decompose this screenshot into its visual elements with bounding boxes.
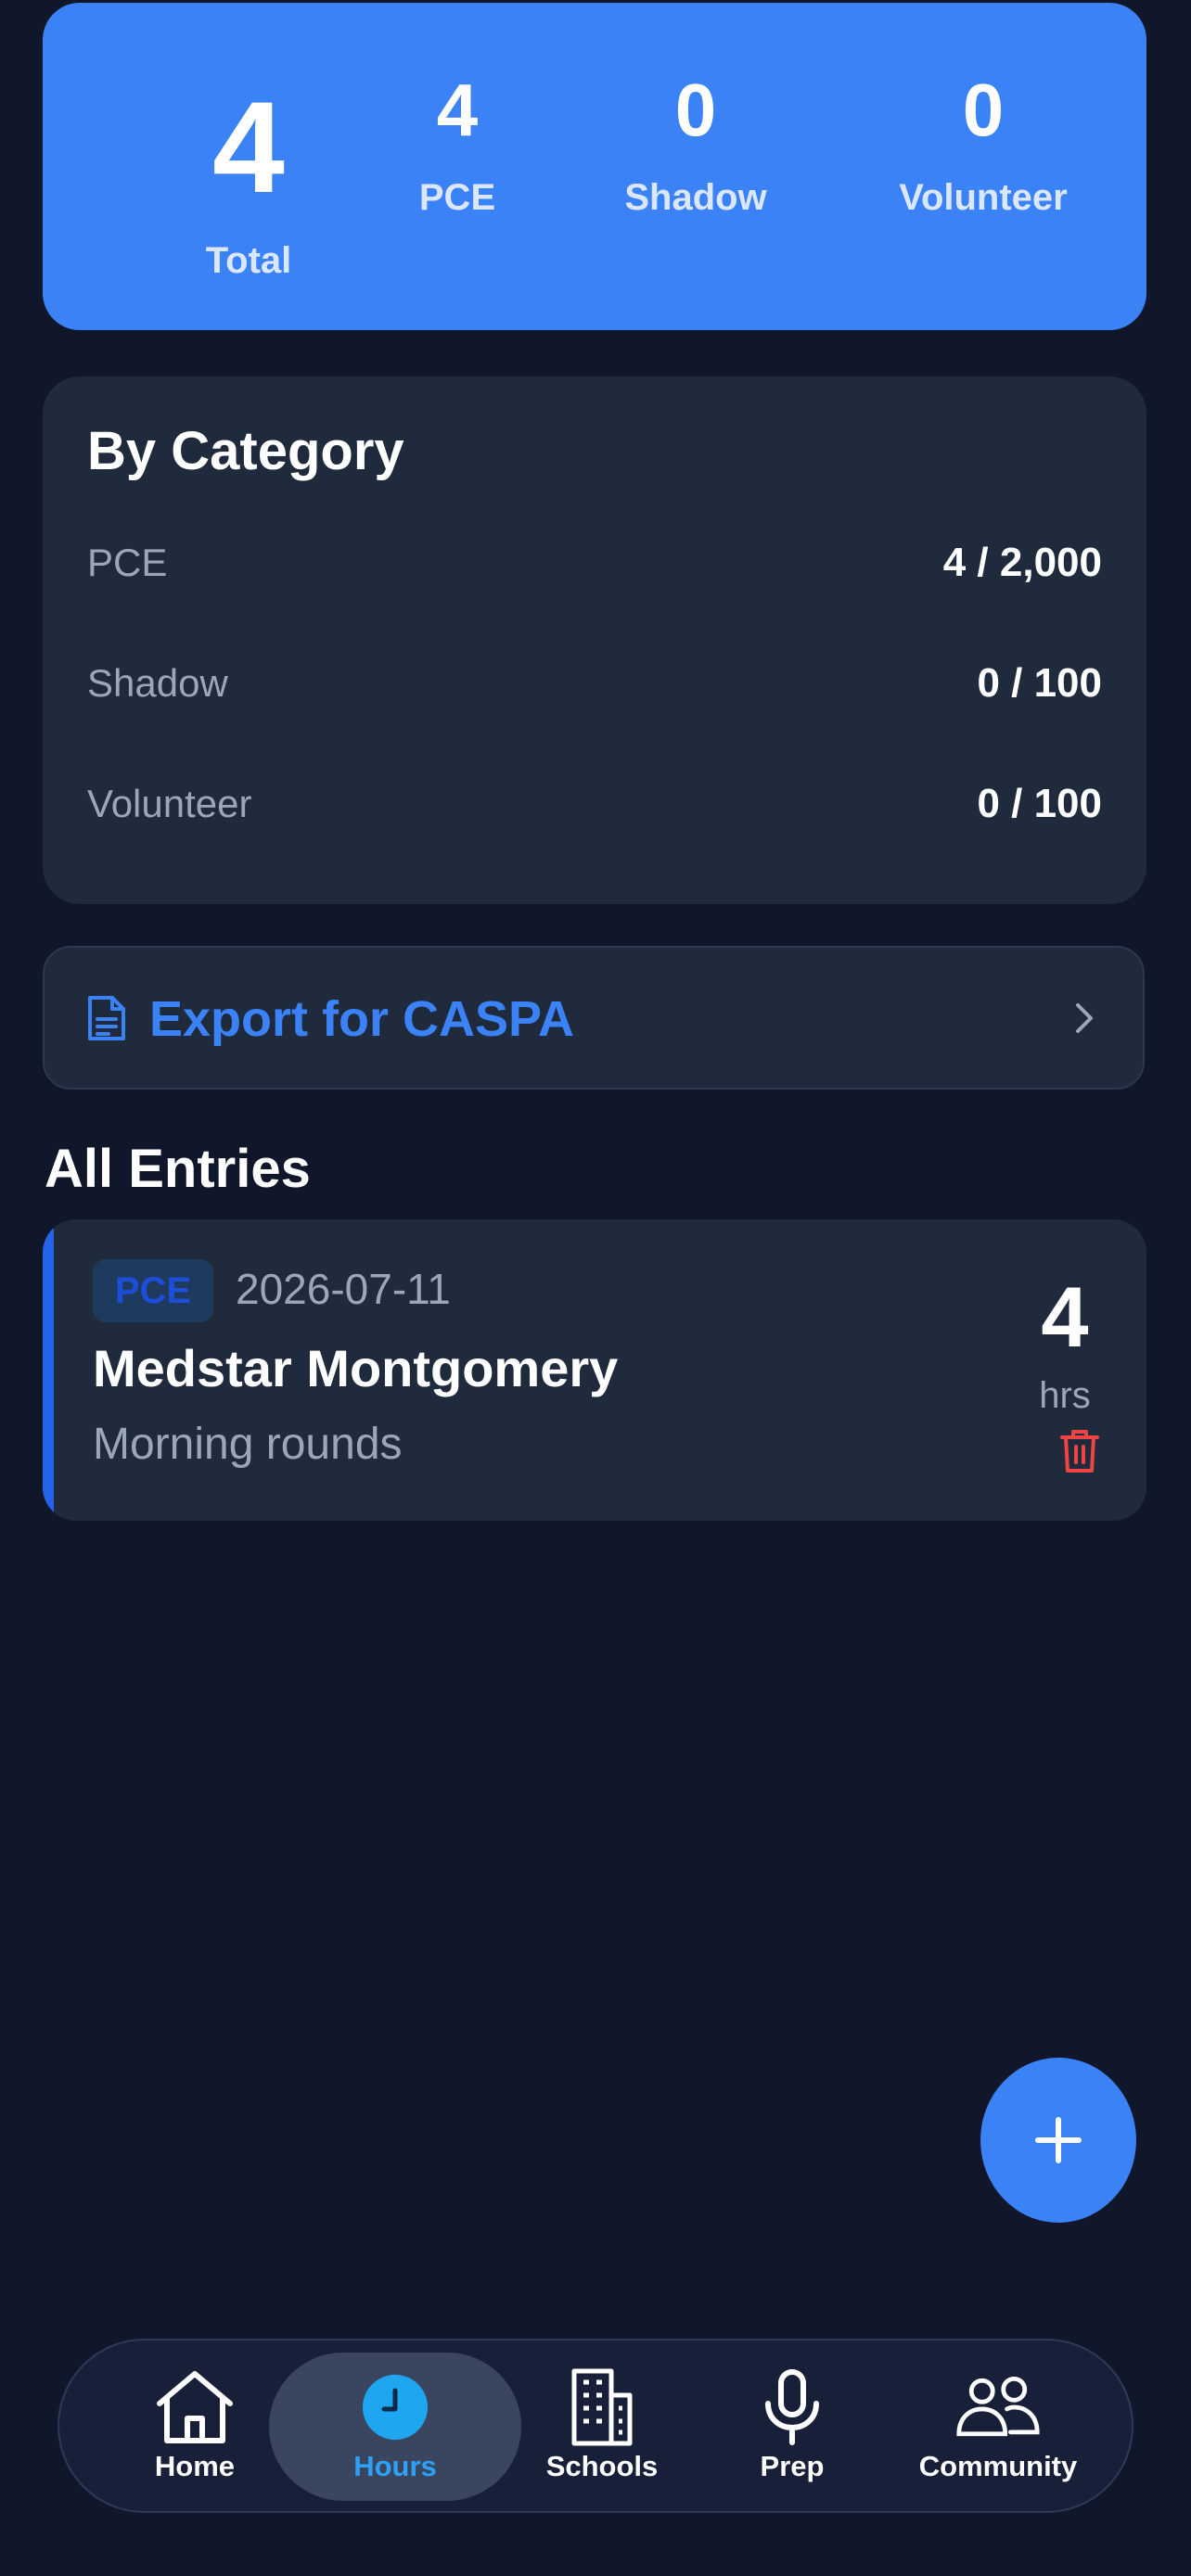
nav-label: Schools: [545, 2450, 659, 2482]
nav-label: Hours: [353, 2450, 437, 2482]
category-name: Shadow: [87, 661, 228, 705]
document-icon: [88, 996, 125, 1040]
entries-title: All Entries: [45, 1139, 311, 1199]
stat-total-value: 4: [212, 74, 285, 220]
category-name: PCE: [87, 541, 168, 584]
entry-category-badge: PCE: [93, 1259, 213, 1322]
stat-shadow-value: 0: [674, 69, 717, 151]
stat-volunteer-value: 0: [962, 69, 1005, 151]
entry-date: 2026-07-11: [236, 1265, 451, 1313]
category-name: Volunteer: [87, 782, 252, 825]
trash-icon[interactable]: [1059, 1428, 1100, 1474]
stat-shadow-label: Shadow: [624, 177, 767, 218]
chevron-right-icon: [1076, 1003, 1093, 1033]
nav-item-home[interactable]: Home: [134, 2340, 256, 2511]
bottom-nav: Home Hours Schools Prep Community: [58, 2339, 1133, 2513]
nav-label: Community: [918, 2450, 1078, 2482]
stat-pce-label: PCE: [418, 177, 496, 218]
entry-title: Medstar Montgomery: [93, 1339, 619, 1397]
stat-total-label: Total: [205, 240, 292, 281]
category-row-pce: PCE 4 / 2,000: [87, 535, 1102, 591]
category-card: By Category PCE 4 / 2,000 Shadow 0 / 100…: [43, 376, 1146, 904]
people-icon: [956, 2376, 1040, 2437]
stat-pce: 4 PCE: [369, 69, 545, 218]
plus-icon: [1035, 2117, 1082, 2163]
clock-icon: [363, 2375, 428, 2440]
home-icon: [157, 2371, 233, 2443]
stat-volunteer-label: Volunteer: [899, 177, 1068, 218]
entry-accent-bar: [43, 1219, 54, 1521]
stat-volunteer: 0 Volunteer: [853, 69, 1113, 218]
nav-item-schools[interactable]: Schools: [532, 2340, 672, 2511]
nav-label: Prep: [760, 2450, 825, 2482]
category-row-shadow: Shadow 0 / 100: [87, 656, 1102, 711]
category-title: By Category: [87, 421, 404, 481]
nav-label: Home: [154, 2450, 236, 2482]
entry-description: Morning rounds: [93, 1420, 403, 1469]
summary-card: 4 Total 4 PCE 0 Shadow 0 Volunteer: [43, 3, 1146, 330]
building-icon: [571, 2368, 633, 2446]
category-value: 0 / 100: [977, 660, 1102, 706]
entry-hours-value: 4: [1041, 1270, 1089, 1365]
nav-item-community[interactable]: Community: [905, 2340, 1091, 2511]
nav-item-hours[interactable]: Hours: [334, 2340, 456, 2511]
stat-total: 4 Total: [130, 74, 367, 281]
entry-card[interactable]: PCE 2026-07-11 Medstar Montgomery Mornin…: [43, 1219, 1146, 1521]
category-row-volunteer: Volunteer 0 / 100: [87, 776, 1102, 832]
stat-pce-value: 4: [436, 69, 479, 151]
category-value: 0 / 100: [977, 781, 1102, 826]
add-entry-button[interactable]: [980, 2058, 1136, 2223]
microphone-icon: [765, 2369, 819, 2445]
category-value: 4 / 2,000: [942, 540, 1102, 585]
export-caspa-button[interactable]: Export for CASPA: [43, 946, 1145, 1090]
entry-hours-unit: hrs: [1039, 1375, 1091, 1416]
export-label: Export for CASPA: [149, 991, 575, 1047]
nav-item-prep[interactable]: Prep: [736, 2340, 848, 2511]
stat-shadow: 0 Shadow: [578, 69, 813, 218]
